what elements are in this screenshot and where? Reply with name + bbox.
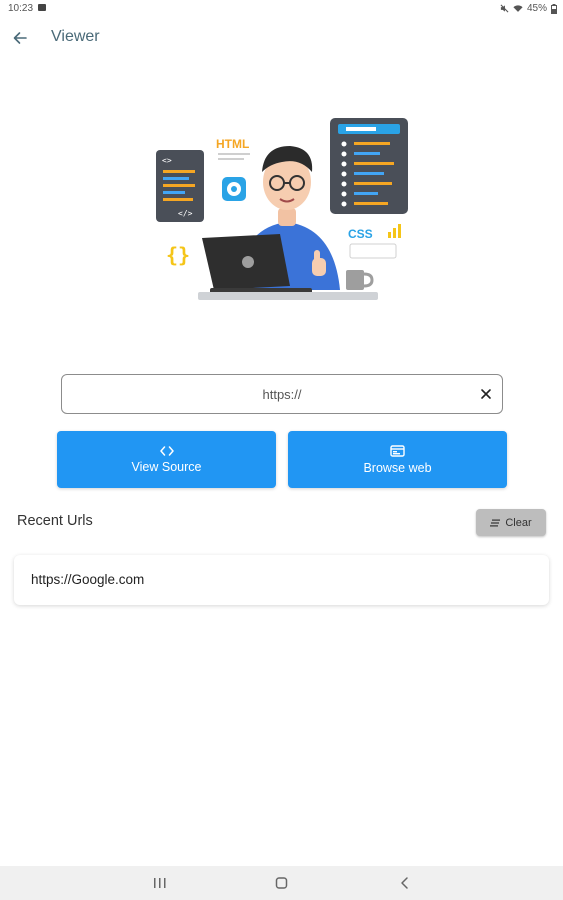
clear-recent-button[interactable]: Clear — [476, 509, 546, 536]
browse-web-button[interactable]: Browse web — [288, 431, 507, 488]
web-browser-icon — [390, 444, 405, 457]
svg-text:<>: <> — [162, 156, 172, 165]
view-source-button[interactable]: View Source — [57, 431, 276, 488]
code-icon — [159, 445, 174, 456]
recent-apps-icon — [154, 878, 166, 888]
clear-input-button[interactable] — [479, 387, 493, 401]
recent-url-text: https://Google.com — [31, 572, 145, 587]
close-icon — [481, 389, 491, 399]
recent-url-item[interactable]: https://Google.com — [14, 555, 549, 605]
app-bar: Viewer — [0, 22, 563, 54]
battery-percent: 45% — [526, 3, 547, 14]
browse-web-label: Browse web — [363, 460, 432, 475]
status-time: 10:23 — [8, 3, 34, 14]
mug-icon — [346, 270, 374, 290]
url-input[interactable] — [72, 375, 492, 413]
battery-icon — [551, 3, 557, 14]
braces-icon: {} — [166, 243, 190, 267]
page-title: Viewer — [51, 28, 100, 45]
html-label: HTML — [216, 137, 249, 151]
gear-icon — [222, 177, 246, 201]
css-label: CSS — [348, 227, 373, 241]
clear-all-icon — [490, 519, 501, 526]
status-bar: 10:23 45% — [0, 0, 563, 18]
system-nav-bar — [0, 866, 563, 900]
recent-apps-button[interactable] — [151, 875, 169, 891]
back-button[interactable] — [10, 28, 30, 48]
gallery-notification-icon — [38, 4, 46, 11]
recent-urls-title: Recent Urls — [17, 513, 93, 529]
url-field — [61, 374, 503, 414]
nav-back-button[interactable] — [396, 875, 414, 891]
chevron-left-icon — [401, 877, 408, 889]
svg-text:</>: </> — [178, 209, 193, 218]
developer-illustration: <> </> HTML {} CSS — [150, 110, 420, 310]
mute-icon — [500, 4, 509, 13]
wifi-icon — [513, 5, 523, 12]
home-button[interactable] — [273, 875, 291, 891]
arrow-back-icon — [13, 32, 27, 44]
view-source-label: View Source — [131, 459, 202, 474]
status-icons: 45% — [500, 3, 557, 14]
code-panel-right-icon — [330, 118, 408, 214]
code-panel-left-icon: <> </> — [156, 150, 204, 222]
home-icon — [275, 877, 288, 889]
clear-recent-label: Clear — [505, 516, 532, 529]
